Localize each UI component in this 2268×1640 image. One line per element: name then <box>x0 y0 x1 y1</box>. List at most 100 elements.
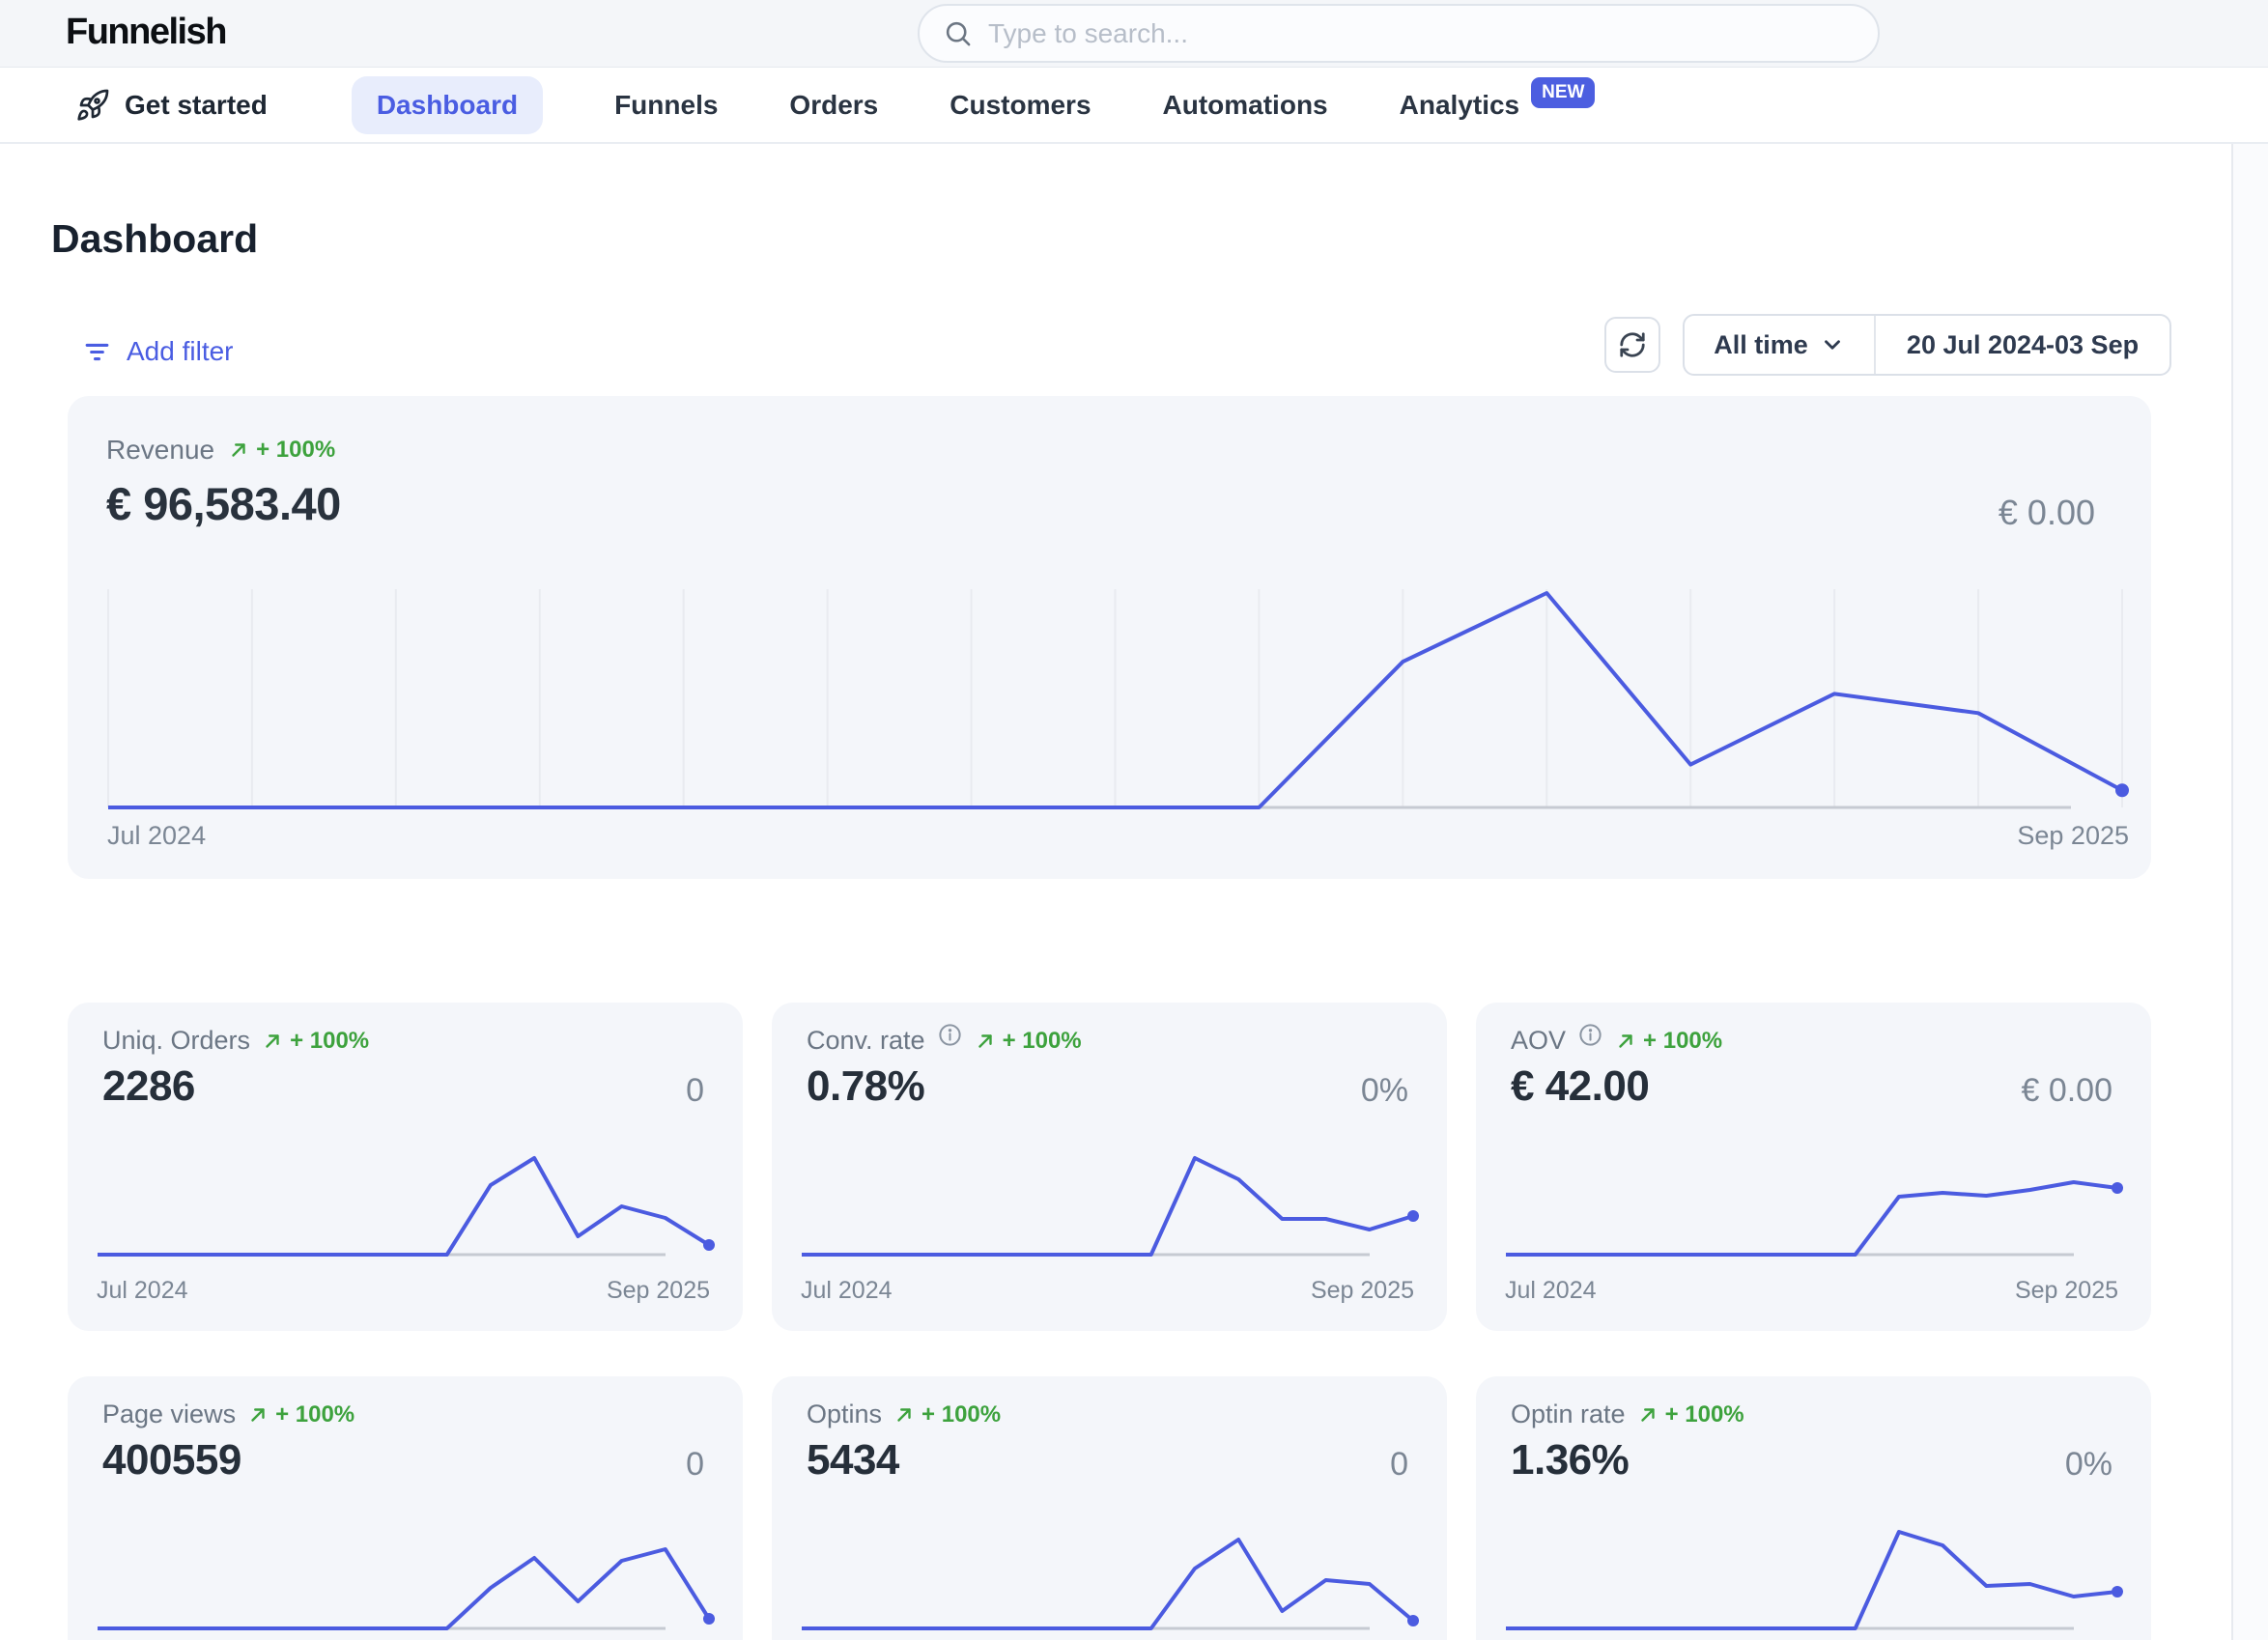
sparkline-x-axis: Jul 2024 Sep 2025 <box>801 1277 1414 1305</box>
metric-cards-grid: Uniq. Orders + 100% 2286 0 Jul 2024 Sep … <box>68 1003 2151 1640</box>
nav-item-automations[interactable]: Automations <box>1163 90 1328 121</box>
metric-card-conv-rate: Conv. rate + 100% 0.78% 0% Jul 2024 Sep … <box>772 1003 1447 1331</box>
trend-up-icon <box>1615 1031 1636 1052</box>
metric-trend: + 100% <box>893 1401 1001 1428</box>
metric-label: Optin rate <box>1511 1400 1626 1429</box>
metric-secondary-value: 0 <box>1390 1446 1408 1484</box>
metric-value: 2286 <box>102 1062 195 1111</box>
x-axis-end-label: Sep 2025 <box>2017 821 2129 851</box>
sparkline-chart <box>97 1145 715 1263</box>
page-title: Dashboard <box>51 216 258 262</box>
nav-item-label: Orders <box>789 90 878 121</box>
refresh-icon <box>1618 330 1647 359</box>
metric-card-optin-rate: Optin rate + 100% 1.36% 0% Jul 2024 Sep … <box>1476 1376 2151 1640</box>
trend-up-icon <box>975 1031 996 1052</box>
metric-trend: + 100% <box>262 1028 369 1055</box>
metric-card-header: AOV + 100% <box>1511 1026 1722 1056</box>
add-filter-button[interactable]: Add filter <box>82 336 234 367</box>
get-started-button[interactable]: Get started <box>75 88 268 123</box>
date-range-button[interactable]: 20 Jul 2024-03 Sep <box>1876 316 2169 374</box>
content-right-divider <box>2231 144 2233 1640</box>
revenue-value: € 96,583.40 <box>106 477 341 530</box>
x-axis-end-label: Sep 2025 <box>1311 1277 1414 1305</box>
revenue-card-header: Revenue + 100% <box>106 435 335 466</box>
metric-value: 1.36% <box>1511 1436 1629 1484</box>
nav-item-label: Customers <box>950 90 1091 121</box>
sparkline-x-axis: Jul 2024 Sep 2025 <box>97 1277 710 1305</box>
nav-item-dashboard[interactable]: Dashboard <box>352 76 543 134</box>
revenue-card: Revenue + 100% € 96,583.40 € 0.00 Jul 20… <box>68 396 2151 879</box>
metric-card-header: Uniq. Orders + 100% <box>102 1026 369 1056</box>
metric-label: AOV <box>1511 1026 1566 1056</box>
chevron-down-icon <box>1820 332 1845 357</box>
x-axis-end-label: Sep 2025 <box>2015 1277 2118 1305</box>
x-axis-end-label: Sep 2025 <box>607 1277 710 1305</box>
revenue-trend: + 100% <box>228 437 335 464</box>
metric-change: + 100% <box>275 1401 354 1428</box>
metric-secondary-value: € 0.00 <box>2021 1072 2112 1110</box>
revenue-secondary-value: € 0.00 <box>1999 493 2095 533</box>
metric-label: Conv. rate <box>807 1026 925 1056</box>
x-axis-start-label: Jul 2024 <box>97 1277 188 1305</box>
dashboard-page: Funnelish Get started Dashboard Funnels … <box>0 0 2268 1640</box>
nav-item-label: Dashboard <box>377 90 518 121</box>
trend-up-icon <box>228 439 249 461</box>
range-preset-dropdown[interactable]: All time <box>1685 316 1876 374</box>
right-gutter <box>2233 144 2268 1640</box>
revenue-label: Revenue <box>106 435 214 466</box>
nav-item-funnels[interactable]: Funnels <box>614 90 718 121</box>
sparkline-x-axis: Jul 2024 Sep 2025 <box>1505 1277 2118 1305</box>
sparkline-chart <box>1505 1519 2123 1637</box>
date-range-label: 20 Jul 2024-03 Sep <box>1907 330 2139 360</box>
trend-up-icon <box>247 1404 269 1426</box>
metric-card-aov: AOV + 100% € 42.00 € 0.00 Jul 2024 Sep 2… <box>1476 1003 2151 1331</box>
brand-logo: Funnelish <box>66 12 226 53</box>
metric-value: 400559 <box>102 1436 241 1484</box>
search-input[interactable] <box>988 18 1855 49</box>
metric-trend: + 100% <box>975 1028 1082 1055</box>
revenue-x-axis: Jul 2024 Sep 2025 <box>107 821 2129 851</box>
nav-item-orders[interactable]: Orders <box>789 90 878 121</box>
metric-card-uniq-orders: Uniq. Orders + 100% 2286 0 Jul 2024 Sep … <box>68 1003 743 1331</box>
get-started-label: Get started <box>125 90 268 121</box>
metric-card-optins: Optins + 100% 5434 0 Jul 2024 Sep 2025 <box>772 1376 1447 1640</box>
top-bar: Funnelish <box>0 0 2268 68</box>
refresh-button[interactable] <box>1604 317 1660 373</box>
nav-item-analytics[interactable]: Analytics NEW <box>1400 90 1596 121</box>
range-preset-label: All time <box>1714 330 1808 360</box>
metric-value: 5434 <box>807 1436 899 1484</box>
metric-label: Uniq. Orders <box>102 1026 250 1056</box>
metric-change: + 100% <box>1643 1028 1722 1055</box>
search-bar[interactable] <box>918 4 1880 63</box>
x-axis-start-label: Jul 2024 <box>107 821 206 851</box>
nav-item-label: Analytics <box>1400 90 1520 121</box>
metric-change: + 100% <box>1665 1401 1744 1428</box>
revenue-change: + 100% <box>256 437 335 464</box>
sparkline-chart <box>1505 1145 2123 1263</box>
main-nav: Get started Dashboard Funnels Orders Cus… <box>0 68 2268 144</box>
metric-trend: + 100% <box>1615 1028 1722 1055</box>
revenue-chart <box>107 585 2129 813</box>
sparkline-chart <box>97 1519 715 1637</box>
metric-label: Page views <box>102 1400 236 1429</box>
metric-secondary-value: 0% <box>1361 1072 1408 1110</box>
info-icon[interactable] <box>1577 1022 1603 1048</box>
metric-card-page-views: Page views + 100% 400559 0 Jul 2024 Sep … <box>68 1376 743 1640</box>
nav-item-label: Funnels <box>614 90 718 121</box>
info-icon[interactable] <box>937 1022 963 1048</box>
new-badge: NEW <box>1531 77 1595 108</box>
nav-item-customers[interactable]: Customers <box>950 90 1091 121</box>
metric-value: € 42.00 <box>1511 1062 1649 1111</box>
metric-change: + 100% <box>290 1028 369 1055</box>
metric-card-header: Conv. rate + 100% <box>807 1026 1082 1056</box>
metric-secondary-value: 0 <box>686 1072 704 1110</box>
sparkline-chart <box>801 1145 1419 1263</box>
rocket-icon <box>75 88 110 123</box>
metric-secondary-value: 0% <box>2065 1446 2112 1484</box>
filter-icon <box>82 337 112 367</box>
metric-card-header: Page views + 100% <box>102 1400 354 1429</box>
metric-value: 0.78% <box>807 1062 924 1111</box>
trend-up-icon <box>1637 1404 1658 1426</box>
x-axis-start-label: Jul 2024 <box>801 1277 893 1305</box>
metric-change: + 100% <box>921 1401 1001 1428</box>
